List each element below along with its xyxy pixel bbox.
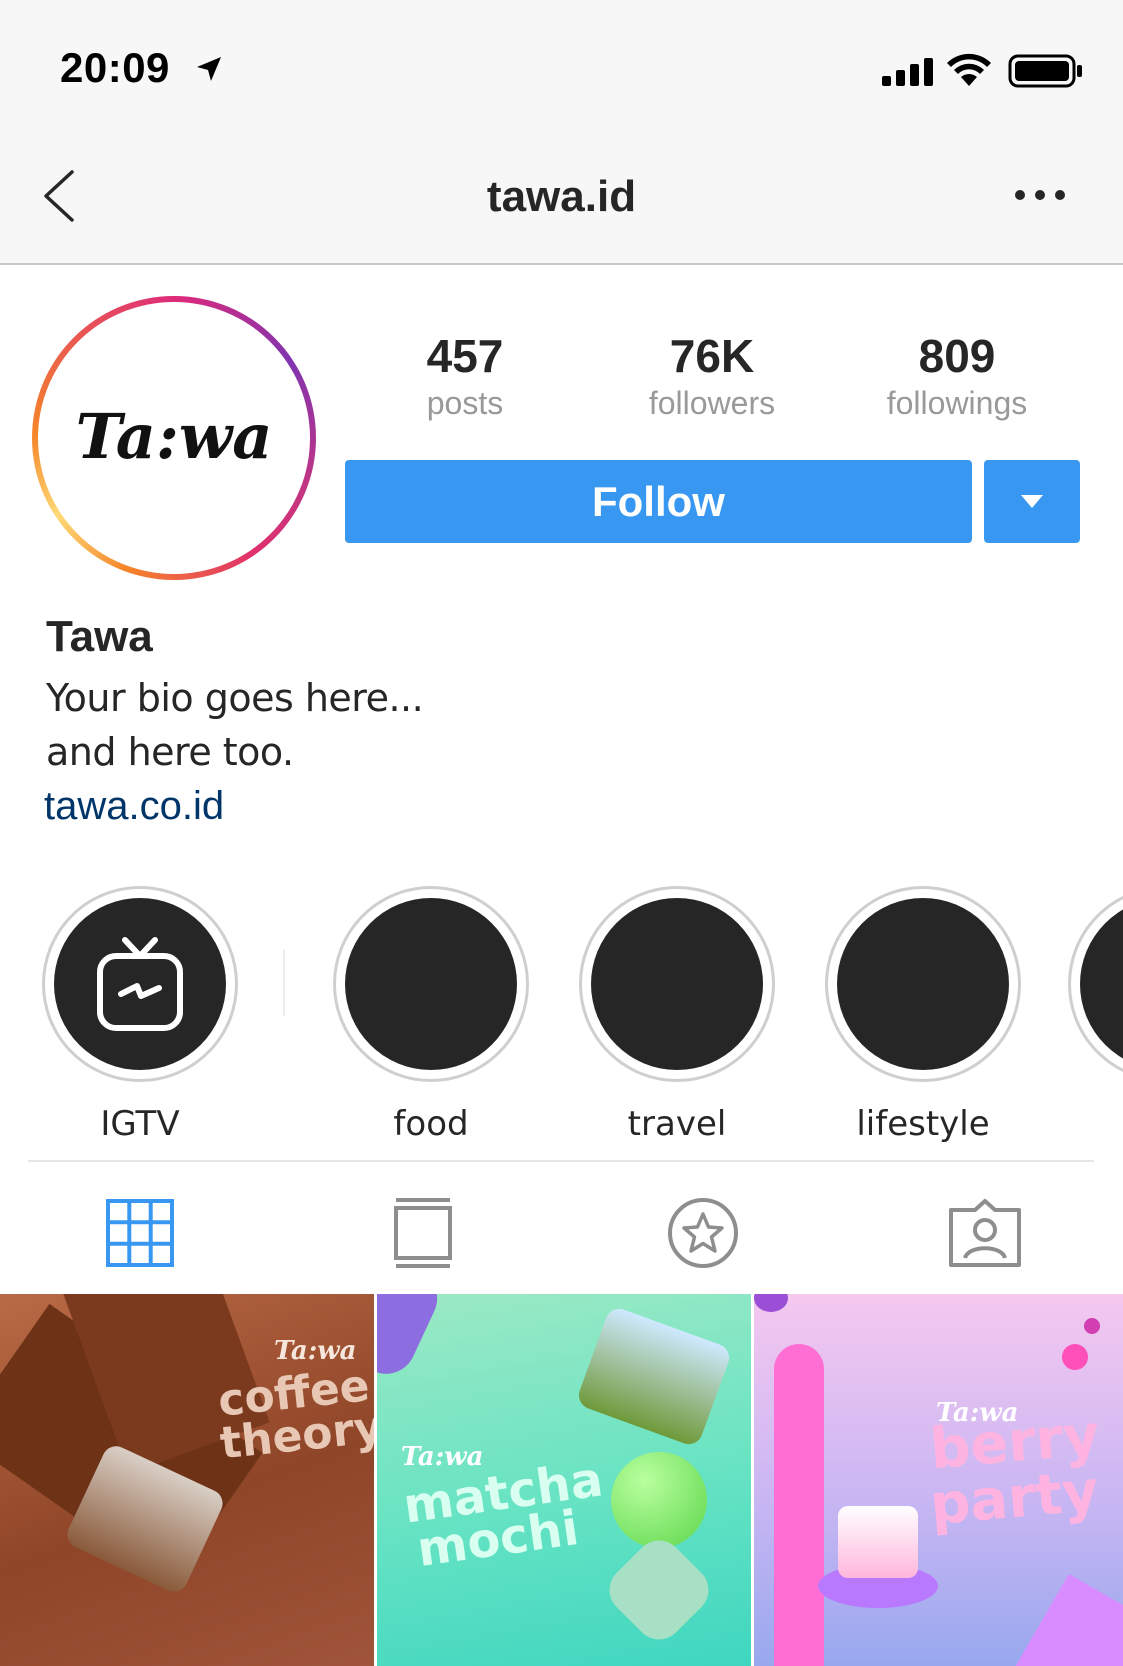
followers-count: 76K <box>669 330 755 382</box>
post-title-line2: party <box>927 1458 1102 1539</box>
location-arrow-icon <box>197 57 221 81</box>
profile-avatar[interactable]: Ta:wa <box>32 296 316 580</box>
tab-grid[interactable] <box>95 1188 185 1278</box>
highlight-ring <box>42 886 238 1082</box>
highlight-lifestyle[interactable]: lifestyle <box>825 886 1021 1144</box>
posts-count: 457 <box>426 330 504 382</box>
stat-posts[interactable]: 457 posts <box>345 330 585 424</box>
post-brand: Ta:wa <box>401 1442 484 1472</box>
igtv-icon <box>97 937 183 1031</box>
tabs-divider <box>28 1160 1094 1162</box>
post-coffee-theory[interactable]: Ta:wa coffee theory <box>0 1294 374 1666</box>
highlight-divider <box>283 950 285 1016</box>
highlight-label: lifestyle <box>856 1104 990 1144</box>
post-shape <box>1013 1573 1123 1666</box>
feed-icon <box>394 1198 452 1268</box>
highlight-ring <box>1068 886 1123 1082</box>
highlight-cover <box>54 898 226 1070</box>
highlight-ring <box>825 886 1021 1082</box>
profile-stats: 457 posts 76K followers 809 followings <box>345 330 1085 430</box>
status-bar: 20:09 <box>0 0 1123 130</box>
post-sphere <box>1062 1344 1088 1370</box>
highlight-label: IGTV <box>100 1104 180 1144</box>
tab-feed[interactable] <box>378 1188 468 1278</box>
highlight-ring <box>579 886 775 1082</box>
battery-icon <box>1008 54 1082 88</box>
highlight-travel[interactable]: travel <box>579 886 775 1144</box>
posts-label: posts <box>426 385 504 421</box>
wifi-icon <box>947 53 991 86</box>
highlight-food[interactable]: food <box>333 886 529 1144</box>
more-options-icon[interactable] <box>1010 180 1070 210</box>
page-title: tawa.id <box>486 172 637 221</box>
tab-saved[interactable] <box>658 1188 748 1278</box>
star-icon <box>668 1198 738 1268</box>
post-shape <box>377 1294 447 1384</box>
product-jar <box>838 1506 918 1578</box>
cellular-signal-icon <box>882 58 933 86</box>
grid-icon <box>106 1199 174 1267</box>
caret-down-icon <box>1021 495 1043 508</box>
post-berry-party[interactable]: Ta:wa berry party <box>754 1294 1123 1666</box>
bio-line-1: Your bio goes here... <box>46 676 424 720</box>
highlight-cover <box>837 898 1009 1070</box>
post-shape <box>774 1344 824 1666</box>
post-sphere <box>611 1452 707 1548</box>
avatar-inner: Ta:wa <box>38 302 310 574</box>
post-shape <box>599 1530 719 1650</box>
followings-count: 809 <box>918 330 996 382</box>
posts-grid: Ta:wa coffee theory Ta:wa matcha mochi T… <box>0 1294 1123 1666</box>
stat-followers[interactable]: 76K followers <box>592 330 832 424</box>
tab-tagged[interactable] <box>940 1188 1030 1278</box>
bio-line-2: and here too. <box>46 730 294 774</box>
suggested-dropdown-button[interactable] <box>984 460 1080 543</box>
product-jar <box>574 1304 734 1449</box>
status-time: 20:09 <box>60 44 170 91</box>
post-sphere <box>754 1294 788 1312</box>
followers-label: followers <box>648 385 776 421</box>
followings-label: followings <box>886 385 1028 421</box>
nav-bar: tawa.id <box>0 130 1123 265</box>
highlight-label: food <box>393 1104 469 1144</box>
highlight-cover <box>345 898 517 1070</box>
stat-followings[interactable]: 809 followings <box>837 330 1077 424</box>
bio-website-link[interactable]: tawa.co.id <box>44 784 224 829</box>
post-title-line2: theory <box>217 1401 374 1470</box>
highlight-ring <box>333 886 529 1082</box>
highlight-igtv[interactable]: IGTV <box>42 886 238 1144</box>
post-sphere <box>1084 1318 1100 1334</box>
display-name: Tawa <box>46 612 153 661</box>
svg-text:Ta:wa: Ta:wa <box>76 400 273 473</box>
tagged-user-icon <box>949 1199 1021 1267</box>
highlight-cover <box>591 898 763 1070</box>
tawa-logo: Ta:wa <box>76 400 273 473</box>
highlight-label: travel <box>627 1104 727 1144</box>
highlight-cover <box>1080 898 1123 1070</box>
follow-button[interactable]: Follow <box>345 460 972 543</box>
post-matcha-mochi[interactable]: Ta:wa matcha mochi <box>377 1294 751 1666</box>
highlight-partial[interactable] <box>1068 886 1123 1082</box>
